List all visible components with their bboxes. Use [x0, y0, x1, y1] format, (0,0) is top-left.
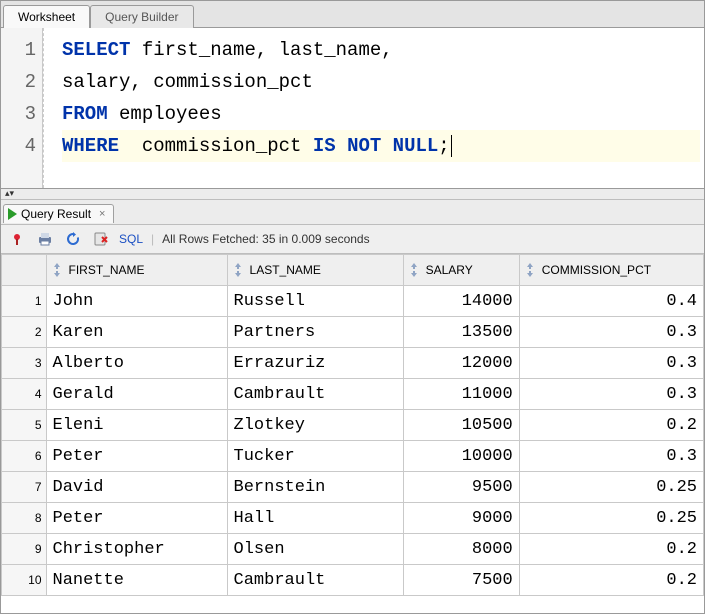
- cell[interactable]: Christopher: [46, 534, 227, 565]
- cell[interactable]: 11000: [403, 379, 519, 410]
- cell[interactable]: 0.25: [519, 503, 703, 534]
- cell[interactable]: 0.3: [519, 348, 703, 379]
- row-number[interactable]: 8: [2, 503, 47, 534]
- results-grid[interactable]: FIRST_NAMELAST_NAMESALARYCOMMISSION_PCT1…: [1, 254, 704, 596]
- cell[interactable]: Karen: [46, 317, 227, 348]
- app-root: Worksheet Query Builder 1234 SELECT firs…: [0, 0, 705, 614]
- pin-button[interactable]: [7, 229, 27, 249]
- cell[interactable]: Russell: [227, 286, 403, 317]
- run-icon: [8, 208, 17, 220]
- tab-query-builder[interactable]: Query Builder: [90, 5, 193, 28]
- line-number: 2: [1, 66, 36, 98]
- cell[interactable]: 0.3: [519, 379, 703, 410]
- table-row[interactable]: 10NanetteCambrault75000.2: [2, 565, 704, 596]
- cell[interactable]: Alberto: [46, 348, 227, 379]
- sql-editor[interactable]: 1234 SELECT first_name, last_name,salary…: [1, 28, 704, 189]
- row-number[interactable]: 7: [2, 472, 47, 503]
- cell[interactable]: 0.2: [519, 565, 703, 596]
- editor-code[interactable]: SELECT first_name, last_name,salary, com…: [43, 28, 704, 188]
- cell[interactable]: Tucker: [227, 441, 403, 472]
- cell[interactable]: Peter: [46, 441, 227, 472]
- cell[interactable]: 0.3: [519, 317, 703, 348]
- line-number: 4: [1, 130, 36, 162]
- results-tabbar: Query Result ×: [1, 200, 704, 225]
- tab-worksheet[interactable]: Worksheet: [3, 5, 90, 28]
- cell[interactable]: Olsen: [227, 534, 403, 565]
- table-row[interactable]: 4GeraldCambrault110000.3: [2, 379, 704, 410]
- tab-query-result-label: Query Result: [21, 207, 91, 221]
- table-row[interactable]: 7DavidBernstein95000.25: [2, 472, 704, 503]
- fetch-status: All Rows Fetched: 35 in 0.009 seconds: [162, 232, 369, 246]
- table-row[interactable]: 3AlbertoErrazuriz120000.3: [2, 348, 704, 379]
- row-number[interactable]: 6: [2, 441, 47, 472]
- cell[interactable]: 13500: [403, 317, 519, 348]
- cell[interactable]: Nanette: [46, 565, 227, 596]
- cell[interactable]: 0.2: [519, 534, 703, 565]
- cell[interactable]: Hall: [227, 503, 403, 534]
- cell[interactable]: David: [46, 472, 227, 503]
- row-number[interactable]: 10: [2, 565, 47, 596]
- tab-query-result[interactable]: Query Result ×: [3, 204, 114, 223]
- code-line[interactable]: WHERE commission_pct IS NOT NULL;: [62, 130, 700, 162]
- cell[interactable]: 9000: [403, 503, 519, 534]
- cell[interactable]: 7500: [403, 565, 519, 596]
- cell[interactable]: Partners: [227, 317, 403, 348]
- row-number[interactable]: 4: [2, 379, 47, 410]
- row-number[interactable]: 1: [2, 286, 47, 317]
- cell[interactable]: Eleni: [46, 410, 227, 441]
- text-caret: [451, 135, 452, 157]
- row-number[interactable]: 9: [2, 534, 47, 565]
- cell[interactable]: Bernstein: [227, 472, 403, 503]
- cell[interactable]: Peter: [46, 503, 227, 534]
- editor-results-splitter[interactable]: ▴▾: [1, 189, 704, 200]
- row-number[interactable]: 5: [2, 410, 47, 441]
- sql-link[interactable]: SQL: [119, 232, 143, 246]
- table-row[interactable]: 2KarenPartners135000.3: [2, 317, 704, 348]
- row-header-corner[interactable]: [2, 255, 47, 286]
- cell[interactable]: 10000: [403, 441, 519, 472]
- column-header[interactable]: SALARY: [403, 255, 519, 286]
- toolbar-separator: |: [151, 232, 154, 246]
- editor-gutter: 1234: [1, 28, 43, 188]
- cell[interactable]: 0.25: [519, 472, 703, 503]
- cell[interactable]: Cambrault: [227, 565, 403, 596]
- cell[interactable]: 8000: [403, 534, 519, 565]
- row-number[interactable]: 3: [2, 348, 47, 379]
- close-icon[interactable]: ×: [99, 208, 105, 220]
- results-toolbar: SQL | All Rows Fetched: 35 in 0.009 seco…: [1, 225, 704, 254]
- cell[interactable]: Zlotkey: [227, 410, 403, 441]
- line-number: 1: [1, 34, 36, 66]
- cell[interactable]: 0.4: [519, 286, 703, 317]
- cell[interactable]: Errazuriz: [227, 348, 403, 379]
- worksheet-tabbar: Worksheet Query Builder: [1, 1, 704, 28]
- cell[interactable]: 10500: [403, 410, 519, 441]
- refresh-button[interactable]: [63, 229, 83, 249]
- code-line[interactable]: SELECT first_name, last_name,: [62, 34, 700, 66]
- print-button[interactable]: [35, 229, 55, 249]
- line-number: 3: [1, 98, 36, 130]
- code-line[interactable]: salary, commission_pct: [62, 66, 700, 98]
- cell[interactable]: 9500: [403, 472, 519, 503]
- cell[interactable]: Gerald: [46, 379, 227, 410]
- cell[interactable]: Cambrault: [227, 379, 403, 410]
- column-header[interactable]: COMMISSION_PCT: [519, 255, 703, 286]
- table-row[interactable]: 5EleniZlotkey105000.2: [2, 410, 704, 441]
- row-number[interactable]: 2: [2, 317, 47, 348]
- column-header[interactable]: FIRST_NAME: [46, 255, 227, 286]
- cell[interactable]: 0.3: [519, 441, 703, 472]
- results-grid-scroll[interactable]: FIRST_NAMELAST_NAMESALARYCOMMISSION_PCT1…: [1, 254, 704, 613]
- table-row[interactable]: 6PeterTucker100000.3: [2, 441, 704, 472]
- table-row[interactable]: 9ChristopherOlsen80000.2: [2, 534, 704, 565]
- cancel-button[interactable]: [91, 229, 111, 249]
- column-header[interactable]: LAST_NAME: [227, 255, 403, 286]
- cell[interactable]: 14000: [403, 286, 519, 317]
- cell[interactable]: John: [46, 286, 227, 317]
- table-row[interactable]: 1JohnRussell140000.4: [2, 286, 704, 317]
- code-line[interactable]: FROM employees: [62, 98, 700, 130]
- cell[interactable]: 0.2: [519, 410, 703, 441]
- table-row[interactable]: 8PeterHall90000.25: [2, 503, 704, 534]
- cell[interactable]: 12000: [403, 348, 519, 379]
